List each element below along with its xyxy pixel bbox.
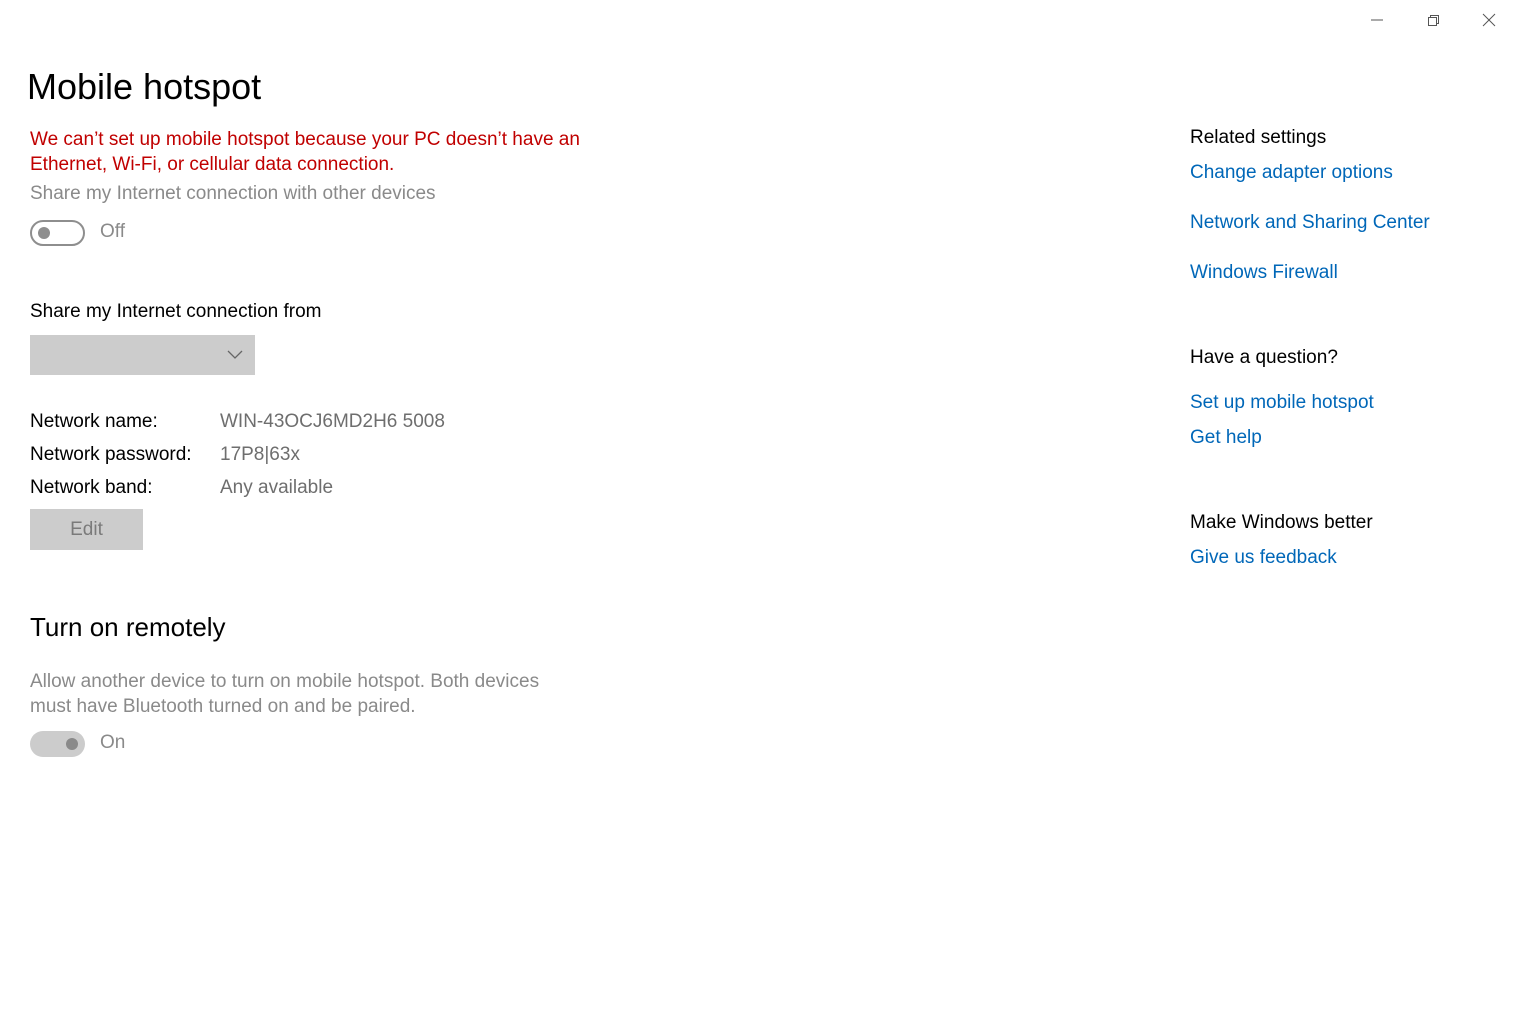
- close-icon: [1482, 13, 1496, 27]
- share-from-dropdown[interactable]: [30, 335, 255, 375]
- share-from-label: Share my Internet connection from: [30, 301, 322, 322]
- network-password-label: Network password:: [30, 444, 192, 465]
- turn-on-remotely-description: Allow another device to turn on mobile h…: [30, 671, 540, 717]
- network-name-value: WIN-43OCJ6MD2H6 5008: [220, 411, 445, 432]
- error-message: We can’t set up mobile hotspot because y…: [30, 129, 580, 175]
- turn-on-remotely-title: Turn on remotely: [30, 612, 226, 642]
- edit-button[interactable]: Edit: [30, 509, 143, 550]
- share-toggle-state-label: Off: [100, 221, 125, 242]
- close-button[interactable]: [1461, 0, 1517, 40]
- restore-icon: [1428, 15, 1439, 26]
- network-sharing-center-link[interactable]: Network and Sharing Center: [1190, 212, 1430, 234]
- toggle-knob: [38, 227, 50, 239]
- get-help-link[interactable]: Get help: [1190, 427, 1262, 449]
- page-title: Mobile hotspot: [27, 66, 262, 107]
- network-name-label: Network name:: [30, 411, 158, 432]
- network-password-value: 17P8|63x: [220, 444, 300, 465]
- settings-window: Mobile hotspot We can’t set up mobile ho…: [0, 0, 1517, 1027]
- minimize-button[interactable]: [1349, 0, 1405, 40]
- set-up-mobile-hotspot-link[interactable]: Set up mobile hotspot: [1190, 392, 1374, 414]
- have-a-question-heading: Have a question?: [1190, 347, 1338, 368]
- windows-firewall-link[interactable]: Windows Firewall: [1190, 262, 1338, 284]
- network-band-label: Network band:: [30, 477, 153, 498]
- share-connection-toggle[interactable]: [30, 220, 85, 246]
- restore-button[interactable]: [1405, 0, 1461, 40]
- remote-toggle-state-label: On: [100, 732, 126, 753]
- chevron-down-icon: [227, 350, 243, 359]
- turn-on-remotely-toggle[interactable]: [30, 731, 85, 757]
- related-settings-heading: Related settings: [1190, 127, 1327, 148]
- network-band-value: Any available: [220, 477, 334, 498]
- minimize-icon: [1371, 19, 1383, 21]
- give-feedback-link[interactable]: Give us feedback: [1190, 547, 1337, 569]
- make-windows-better-heading: Make Windows better: [1190, 512, 1373, 533]
- toggle-knob: [66, 738, 78, 750]
- share-connection-caption: Share my Internet connection with other …: [30, 183, 436, 204]
- change-adapter-options-link[interactable]: Change adapter options: [1190, 162, 1393, 184]
